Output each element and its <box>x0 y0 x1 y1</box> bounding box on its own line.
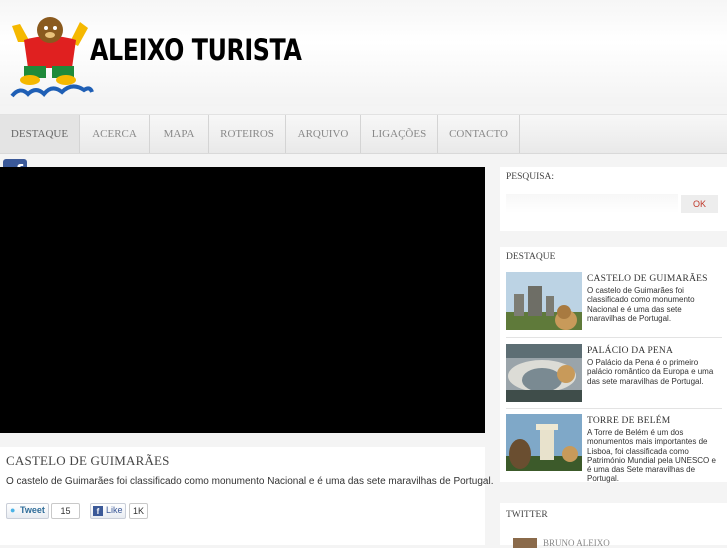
destaque-thumb-pena[interactable] <box>506 344 582 402</box>
nav-item-acerca[interactable]: ACERCA <box>80 115 150 153</box>
destaque-title: DESTAQUE <box>506 252 556 262</box>
destaque-item-title[interactable]: PALÁCIO DA PENA <box>587 346 673 356</box>
destaque-item-text: A Torre de Belém é um dos monumentos mai… <box>587 428 716 484</box>
post-text: O castelo de Guimarães foi classificado … <box>6 476 494 487</box>
like-button[interactable]: f Like <box>90 503 126 519</box>
destaque-thumb-belem[interactable] <box>506 414 582 471</box>
avatar[interactable] <box>513 538 537 548</box>
destaque-item-title[interactable]: CASTELO DE GUIMARÃES <box>587 274 708 284</box>
divider <box>506 337 722 338</box>
main-nav: DESTAQUE ACERCA MAPA ROTEIROS ARQUIVO LI… <box>0 114 727 154</box>
tweet-count: 15 <box>51 503 80 519</box>
nav-item-roteiros[interactable]: ROTEIROS <box>209 115 286 153</box>
twitter-title: TWITTER <box>506 510 548 520</box>
search-ok-button[interactable]: OK <box>681 195 718 213</box>
tweet-button[interactable]: ● Tweet <box>6 503 49 519</box>
video-player[interactable] <box>0 167 485 433</box>
tweet-label: Tweet <box>20 505 45 515</box>
nav-item-contacto[interactable]: CONTACTO <box>438 115 520 153</box>
twitter-bird-icon: ● <box>10 505 16 515</box>
tweet-user-name[interactable]: BRUNO ALEIXO <box>543 538 610 548</box>
destaque-item-text: O castelo de Guimarães foi classificado … <box>587 286 695 323</box>
site-header: ALEIXO TURISTA <box>0 0 727 106</box>
nav-item-destaque[interactable]: DESTAQUE <box>0 115 80 153</box>
nav-item-ligacoes[interactable]: LIGAÇÕES <box>361 115 438 153</box>
destaque-item-text: O Palácio da Pena é o primeiro palácio r… <box>587 358 714 386</box>
search-input[interactable] <box>506 194 678 213</box>
nav-item-arquivo[interactable]: ARQUIVO <box>286 115 361 153</box>
search-title: PESQUISA: <box>506 172 555 182</box>
aleixo-logo[interactable] <box>10 12 94 100</box>
like-count: 1K <box>129 503 148 519</box>
site-title[interactable]: ALEIXO TURISTA <box>90 33 302 67</box>
facebook-icon-small: f <box>93 506 103 516</box>
like-label: Like <box>106 505 123 515</box>
divider <box>506 408 722 409</box>
nav-item-mapa[interactable]: MAPA <box>150 115 209 153</box>
post-title[interactable]: CASTELO DE GUIMARÃES <box>6 453 170 469</box>
destaque-thumb-guimaraes[interactable] <box>506 272 582 330</box>
destaque-item-title[interactable]: TORRE DE BELÉM <box>587 416 670 426</box>
